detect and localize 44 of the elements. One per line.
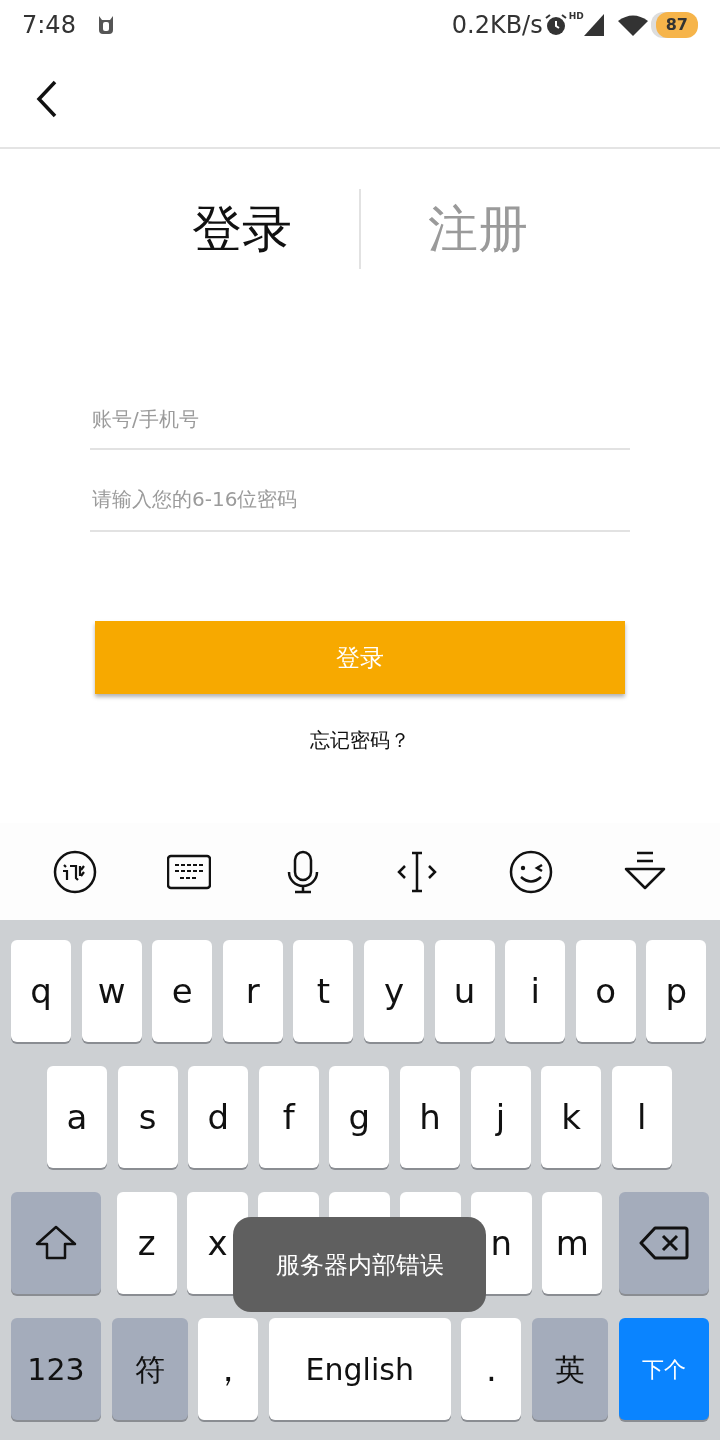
keyboard-key[interactable]: m: [542, 1192, 603, 1294]
error-toast: 服务器内部错误: [233, 1217, 486, 1312]
network-speed: 0.2KB/s: [451, 10, 543, 41]
keyboard-key[interactable]: q: [11, 940, 71, 1042]
keyboard-key[interactable]: a: [47, 1066, 107, 1168]
keyboard-key[interactable]: 123: [11, 1318, 101, 1420]
space-key[interactable]: English: [268, 1318, 451, 1420]
keyboard-key[interactable]: r: [222, 940, 283, 1042]
voice-input-logo-icon[interactable]: [53, 849, 97, 894]
keyboard-key[interactable]: g: [329, 1066, 390, 1168]
tab[interactable]: 登录: [125, 189, 359, 269]
keyboard-key[interactable]: k: [541, 1066, 602, 1168]
keyboard-key[interactable]: u: [434, 940, 495, 1042]
next-key[interactable]: 下个: [618, 1318, 709, 1420]
keyboard-key[interactable]: w: [81, 940, 142, 1042]
keyboard-key[interactable]: .: [461, 1318, 522, 1420]
shift-icon: [33, 1224, 78, 1262]
keyboard-key[interactable]: h: [399, 1066, 460, 1168]
status-time: 7:48: [22, 10, 76, 41]
battery-indicator: 87: [655, 12, 698, 38]
keyboard-key[interactable]: y: [363, 940, 424, 1042]
keyboard-key[interactable]: ，: [198, 1318, 259, 1420]
keyboard-key[interactable]: p: [646, 940, 707, 1042]
keyboard-key[interactable]: l: [611, 1066, 672, 1168]
keyboard-key[interactable]: j: [470, 1066, 531, 1168]
keyboard-key[interactable]: f: [258, 1066, 319, 1168]
wifi-icon: [617, 14, 648, 36]
keyboard-key[interactable]: 符: [111, 1318, 188, 1420]
keyboard-key[interactable]: z: [116, 1192, 177, 1294]
emoji-icon[interactable]: [509, 849, 553, 894]
keyboard-key[interactable]: e: [152, 940, 213, 1042]
shift-key[interactable]: [11, 1192, 101, 1294]
keyboard-key[interactable]: 英: [531, 1318, 608, 1420]
keyboard-key[interactable]: t: [293, 940, 354, 1042]
signal-icon: [583, 14, 604, 36]
keyboard-key[interactable]: s: [117, 1066, 178, 1168]
backspace-icon: [639, 1226, 690, 1260]
hd-label: HD: [568, 10, 584, 23]
cursor-icon[interactable]: [395, 849, 439, 894]
keyboard-key[interactable]: o: [575, 940, 636, 1042]
forgot-password-link[interactable]: 忘记密码？: [310, 725, 410, 755]
backspace-key[interactable]: [619, 1192, 709, 1294]
keyboard-key[interactable]: d: [188, 1066, 249, 1168]
keyboard-key[interactable]: i: [505, 940, 566, 1042]
